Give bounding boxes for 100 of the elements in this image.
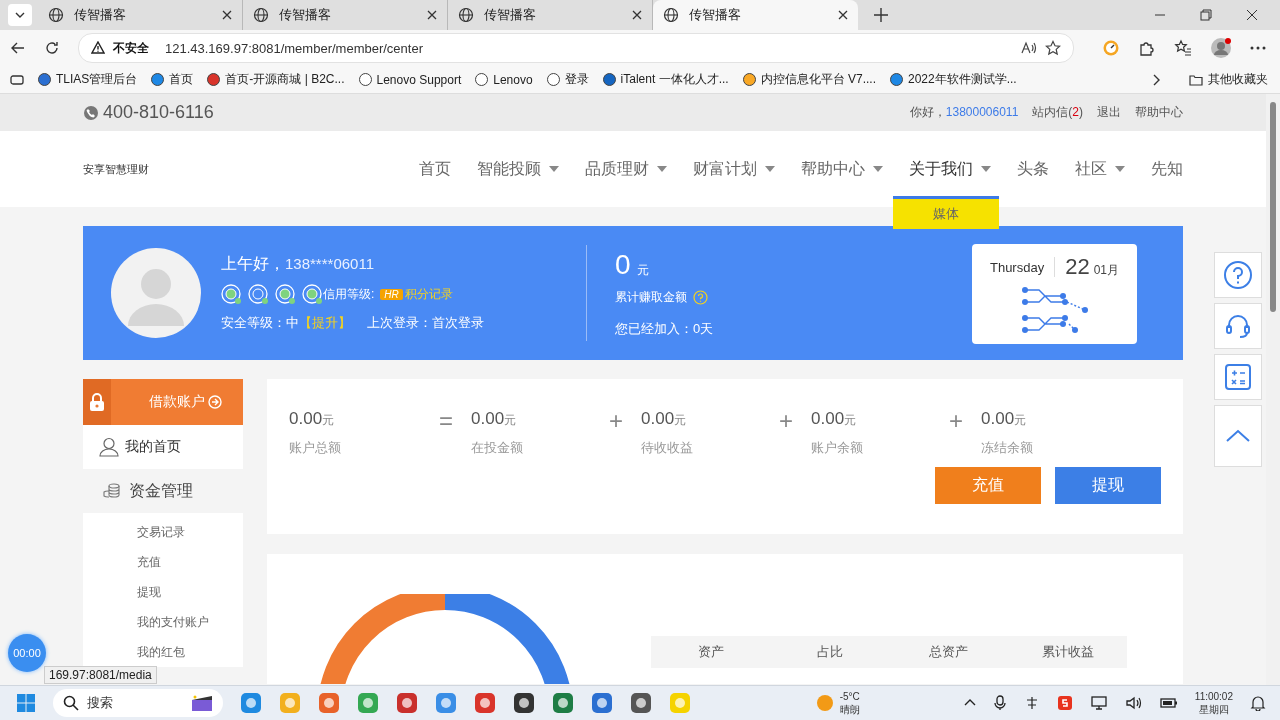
- clock-day[interactable]: 星期四: [1198, 703, 1229, 716]
- bookmark[interactable]: 内控信息化平台 V7....: [742, 71, 876, 88]
- sidebar-item[interactable]: 我的首页: [83, 425, 243, 469]
- operator-sign: +: [949, 409, 964, 436]
- more-icon[interactable]: [1250, 46, 1266, 50]
- operator-sign: +: [779, 409, 794, 436]
- weekday: Thursday: [989, 259, 1045, 275]
- withdraw-button[interactable]: 提现: [1055, 467, 1161, 504]
- stat-value: 0.00元: [471, 409, 518, 429]
- favorites-icon[interactable]: [1174, 39, 1192, 57]
- stat-label: 在投金额: [471, 439, 523, 457]
- sidebar-link[interactable]: 我的红包: [83, 637, 243, 667]
- bookmark-icon: [890, 73, 903, 86]
- nav-link[interactable]: 帮助中心: [801, 158, 883, 180]
- earned-label: 累计赚取金额: [615, 288, 687, 306]
- notification-icon[interactable]: [1250, 695, 1266, 711]
- verification-icon[interactable]: [302, 284, 323, 305]
- bookmark-icon: [546, 73, 560, 86]
- start-icon[interactable]: [16, 693, 36, 713]
- operator-sign: +: [609, 409, 624, 436]
- stat-label: 待收收益: [641, 439, 693, 457]
- microphone-icon[interactable]: [992, 695, 1007, 711]
- nav-link[interactable]: 首页: [419, 158, 451, 180]
- browser-tab[interactable]: 传智播客: [653, 0, 858, 30]
- other-bookmarks[interactable]: 其他收藏夹: [1189, 71, 1268, 88]
- profile-icon[interactable]: [1210, 37, 1232, 59]
- verification-icon[interactable]: [275, 284, 296, 305]
- help-button[interactable]: [1214, 252, 1262, 298]
- battery-icon[interactable]: [1159, 695, 1178, 711]
- app-icon[interactable]: [630, 692, 652, 714]
- new-tab-icon[interactable]: [874, 8, 888, 22]
- help-link[interactable]: 帮助中心: [1135, 104, 1183, 121]
- sidebar-link[interactable]: 交易记录: [83, 517, 243, 547]
- stat-label: 账户总额: [289, 439, 341, 457]
- extensions-icon[interactable]: [1138, 39, 1156, 57]
- bookmark-icon: [358, 73, 372, 86]
- app-icon[interactable]: [396, 692, 418, 714]
- network-icon[interactable]: [1089, 695, 1108, 711]
- globe-icon: [48, 7, 64, 23]
- back-icon[interactable]: [10, 40, 26, 56]
- stat-label: 冻结余额: [981, 439, 1033, 457]
- verification-icon[interactable]: [221, 284, 242, 305]
- bookmark[interactable]: 登录: [546, 71, 589, 88]
- nav-link[interactable]: 品质理财: [585, 158, 667, 180]
- bookmark[interactable]: 2022年软件测试学...: [890, 71, 1017, 88]
- sidebar-link[interactable]: 充值: [83, 547, 243, 577]
- volume-icon[interactable]: [1124, 695, 1143, 711]
- tab-list-button[interactable]: [8, 4, 32, 26]
- credit-badge: HR: [380, 289, 403, 300]
- calculator-button[interactable]: [1214, 354, 1262, 400]
- verification-icon[interactable]: [248, 284, 269, 305]
- clock-time[interactable]: 11:00:02: [1194, 690, 1233, 703]
- search-icon: [63, 695, 79, 711]
- bookmark[interactable]: 首页: [151, 71, 194, 88]
- collections-icon[interactable]: [10, 74, 24, 85]
- sogou-icon[interactable]: [1056, 695, 1073, 711]
- security-level: 安全等级：中【提升】: [221, 314, 351, 332]
- bookmark-icon: [742, 73, 756, 86]
- address-field[interactable]: 不安全 121.43.169.97:8081/member/member/center: [78, 33, 1074, 63]
- close-icon[interactable]: [632, 10, 642, 20]
- read-aloud-icon[interactable]: [1021, 41, 1037, 55]
- bookmark[interactable]: Lenovo Support: [358, 72, 462, 87]
- app-icon[interactable]: [513, 692, 535, 714]
- bookmark[interactable]: Lenovo: [475, 72, 533, 87]
- restore-icon[interactable]: [1200, 9, 1212, 21]
- security-warning: 不安全: [113, 39, 149, 57]
- nav-link[interactable]: 先知: [1151, 158, 1183, 180]
- close-icon[interactable]: [427, 10, 437, 20]
- site-brand[interactable]: 安享智慧理财: [83, 161, 149, 177]
- close-icon[interactable]: [1246, 9, 1258, 21]
- dropdown-item[interactable]: 媒体: [893, 198, 999, 229]
- temperature[interactable]: -5°C: [839, 690, 860, 703]
- support-button[interactable]: [1214, 303, 1262, 349]
- inbox-link[interactable]: 站内信(2): [1032, 104, 1083, 121]
- chevron-icon[interactable]: [1151, 73, 1161, 86]
- sidebar-link[interactable]: 我的支付账户: [83, 607, 243, 637]
- nav-link[interactable]: 头条: [1017, 158, 1049, 180]
- bookmark[interactable]: TLIAS管理后台: [38, 71, 138, 88]
- bookmark[interactable]: iTalent 一体化人才...: [602, 71, 729, 88]
- warning-icon: [91, 41, 105, 55]
- nav-link[interactable]: 关于我们: [909, 158, 991, 180]
- close-icon[interactable]: [222, 10, 232, 20]
- refresh-icon[interactable]: [44, 40, 60, 56]
- close-icon[interactable]: [838, 10, 848, 20]
- sidebar-link[interactable]: 提现: [83, 577, 243, 607]
- logout-link[interactable]: 退出: [1097, 104, 1121, 121]
- help-icon: [1223, 260, 1253, 290]
- star-icon[interactable]: [1045, 40, 1061, 56]
- user-greeting: 上午好，138****06011: [221, 254, 375, 274]
- taskbar-search[interactable]: 搜索: [53, 689, 223, 717]
- nav-link[interactable]: 社区: [1075, 158, 1125, 180]
- membership-duration: 您已经加入：0天: [615, 319, 715, 338]
- weather-condition[interactable]: 晴朗: [839, 703, 860, 716]
- clapperboard-icon: [189, 694, 215, 712]
- calculator-icon: [1223, 362, 1253, 392]
- phone-icon: [83, 104, 99, 121]
- bookmark[interactable]: 首页-开源商城 | B2C...: [207, 71, 345, 88]
- nav-link[interactable]: 财富计划: [693, 158, 775, 180]
- nav-link[interactable]: 智能投顾: [477, 158, 559, 180]
- operator-sign: =: [439, 409, 454, 436]
